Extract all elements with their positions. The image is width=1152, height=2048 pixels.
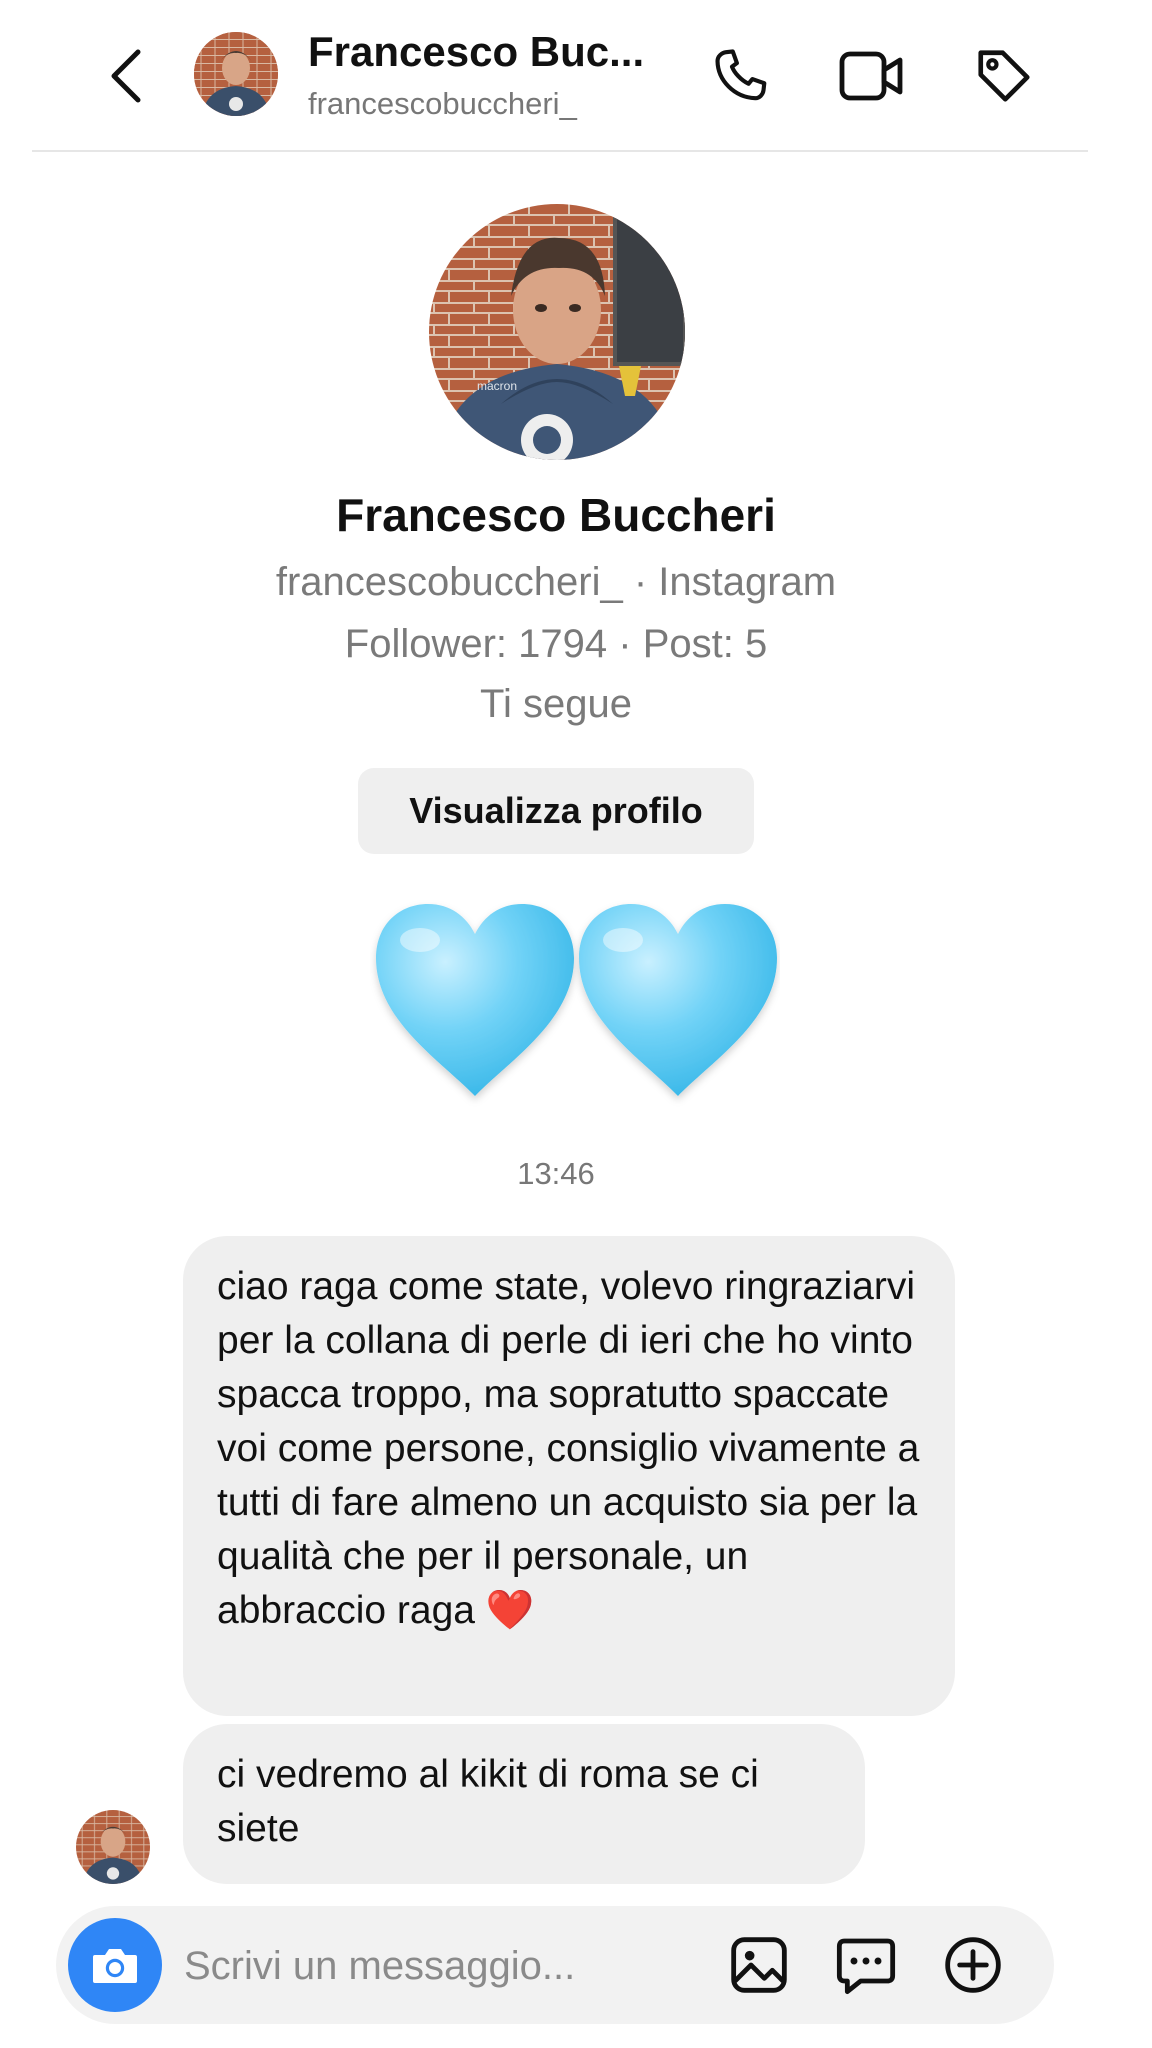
sender-avatar[interactable] <box>76 1810 150 1884</box>
back-icon <box>111 49 141 103</box>
add-icon <box>945 1937 1001 1993</box>
camera-button[interactable] <box>68 1918 162 2012</box>
follow-status: Ti segue <box>480 682 632 726</box>
svg-text:macron: macron <box>477 379 517 393</box>
chat-header: Francesco Buc... francescobuccheri_ <box>32 0 1088 152</box>
tag-icon <box>978 50 1030 102</box>
header-username: francescobuccheri_ <box>308 86 577 121</box>
profile-stats-line: Follower: 1794 · Post: 5 <box>344 622 768 666</box>
phone-icon <box>715 49 767 101</box>
gallery-icon <box>731 1937 787 1993</box>
received-message-bubble[interactable]: ciao raga come state, volevo ringraziarv… <box>183 1236 955 1716</box>
view-profile-button[interactable]: Visualizza profilo <box>358 768 754 854</box>
tag-button[interactable] <box>968 40 1040 112</box>
profile-name: Francesco Buccheri <box>336 489 776 541</box>
received-message-bubble[interactable]: ci vedremo al kikit di roma se ci siete <box>183 1724 865 1884</box>
gallery-button[interactable] <box>724 1930 794 2000</box>
sticker-icon <box>836 1938 896 1995</box>
add-button[interactable] <box>938 1930 1008 2000</box>
header-avatar[interactable] <box>194 32 278 116</box>
message-composer <box>56 1906 1054 2024</box>
video-icon <box>839 51 903 101</box>
message-timestamp: 13:46 <box>517 1156 595 1191</box>
profile-avatar[interactable]: macron <box>429 204 685 460</box>
header-contact-name[interactable]: Francesco Buc... <box>308 28 678 76</box>
back-button[interactable] <box>96 42 156 110</box>
video-call-button[interactable] <box>836 40 908 112</box>
message-input[interactable] <box>182 1930 616 2002</box>
sticker-button[interactable] <box>831 1930 901 2000</box>
camera-icon <box>93 1949 137 1983</box>
light-blue-heart-icon <box>376 904 777 1096</box>
call-button[interactable] <box>704 40 776 112</box>
profile-handle-line: francescobuccheri_ · Instagram <box>275 560 837 604</box>
heart-reaction-message <box>370 900 780 1110</box>
